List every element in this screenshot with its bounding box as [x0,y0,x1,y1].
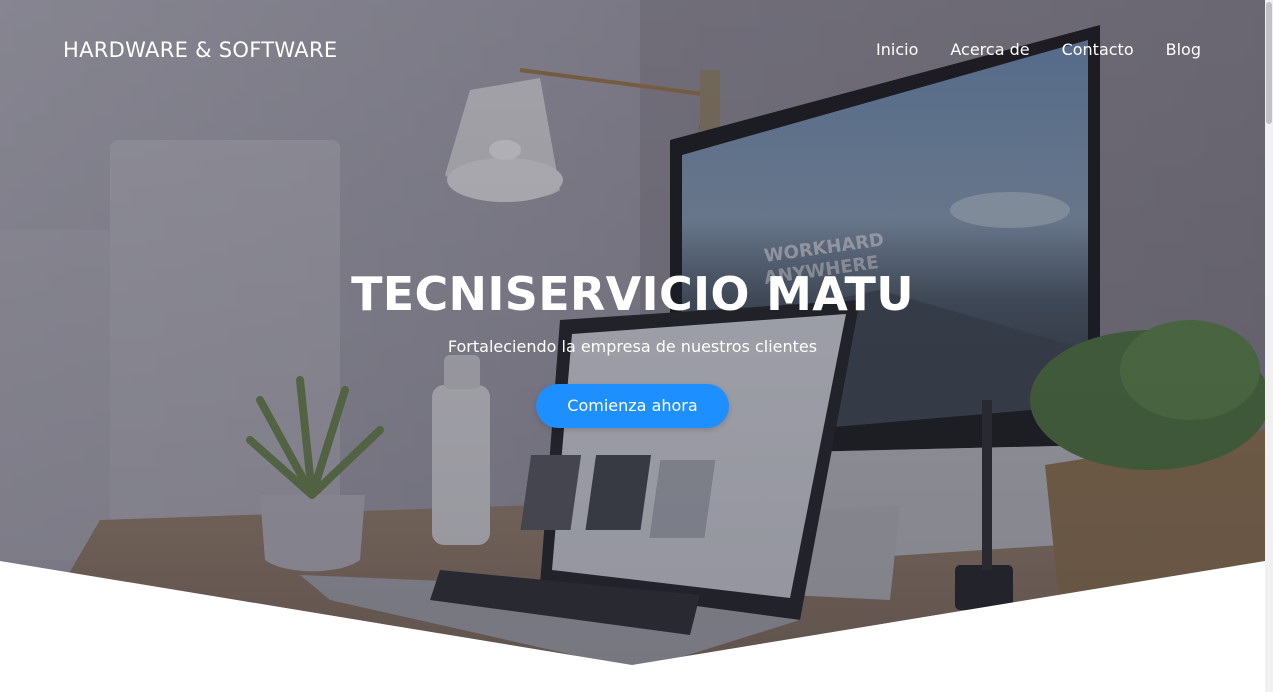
page: WORKHARD ANYWHERE [0,0,1265,692]
hero-subtitle: Fortaleciendo la empresa de nuestros cli… [447,337,818,356]
get-started-button[interactable]: Comienza ahora [536,384,729,428]
nav-link-blog[interactable]: Blog [1166,40,1201,59]
top-navigation: HARDWARE & SOFTWARE Inicio Acerca de Con… [0,0,1265,100]
hero-section: WORKHARD ANYWHERE [0,0,1265,692]
nav-link-inicio[interactable]: Inicio [876,40,918,59]
scrollbar-thumb[interactable] [1266,2,1272,124]
nav-link-contacto[interactable]: Contacto [1062,40,1134,59]
hero-content: TECNISERVICIO MATU Fortaleciendo la empr… [0,262,1265,428]
brand-logo-text[interactable]: HARDWARE & SOFTWARE [63,38,337,62]
nav-menu: Inicio Acerca de Contacto Blog [876,40,1201,59]
page-scrollbar[interactable] [1265,0,1273,692]
nav-link-acerca-de[interactable]: Acerca de [950,40,1029,59]
hero-title: TECNISERVICIO MATU [351,267,914,321]
